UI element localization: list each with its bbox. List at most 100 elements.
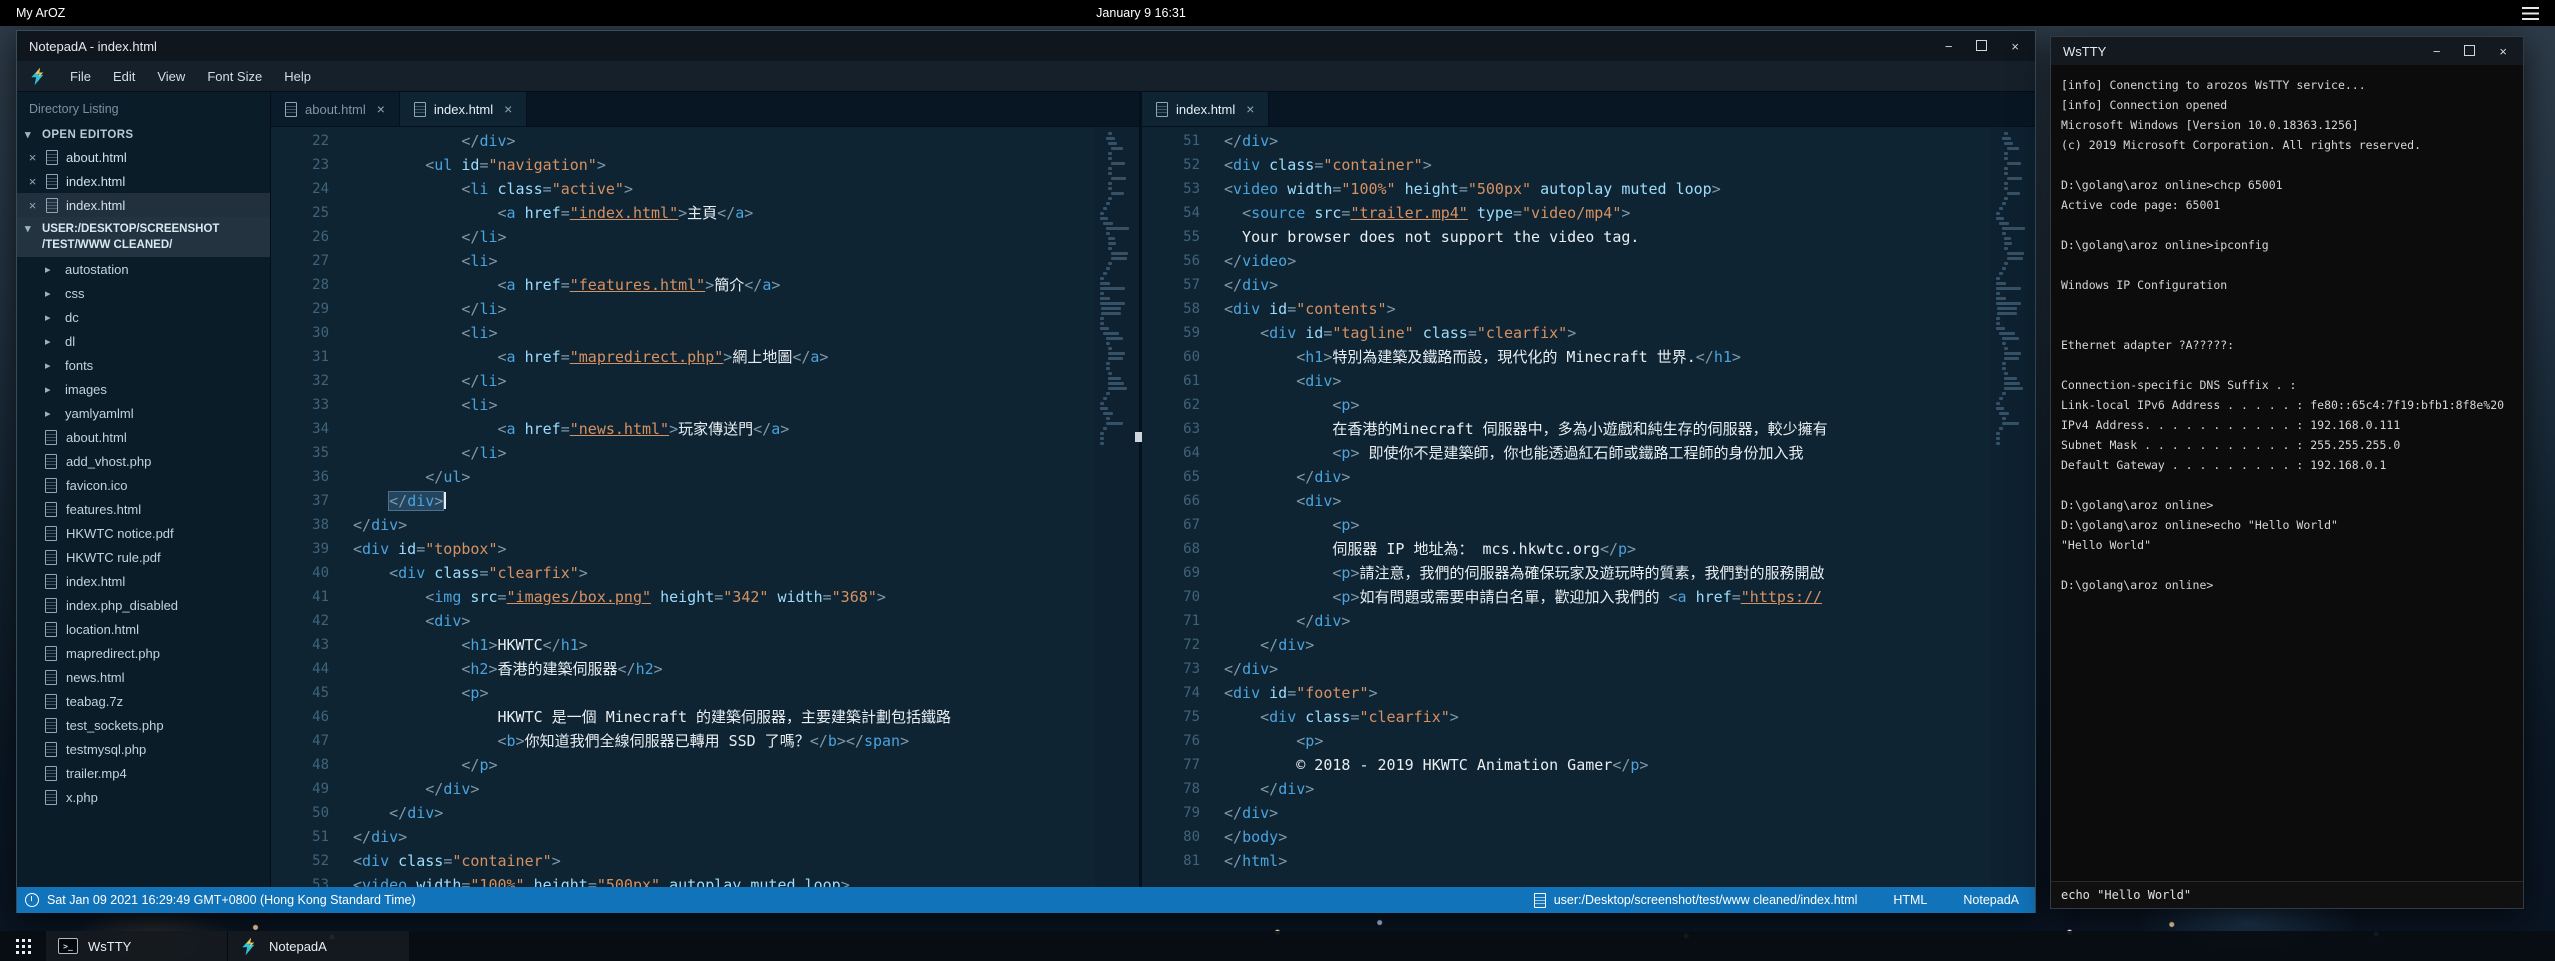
code-line[interactable]: 69 <p>請注意，我們的伺服器為確保玩家及遊玩時的質素，我們對的服務開啟 — [1142, 561, 1989, 585]
editor-tab[interactable]: about.html× — [271, 92, 400, 126]
code-line[interactable]: 42 <div> — [271, 609, 1093, 633]
code-line[interactable]: 65 </div> — [1142, 465, 1989, 489]
apps-grid-icon[interactable] — [0, 931, 46, 961]
code-line[interactable]: 32 </li> — [271, 369, 1093, 393]
code-line[interactable]: 46 HKWTC 是一個 Minecraft 的建築伺服器，主要建築計劃包括鐵路 — [271, 705, 1093, 729]
code-line[interactable]: 67 <p> — [1142, 513, 1989, 537]
code-line[interactable]: 48 </p> — [271, 753, 1093, 777]
code-line[interactable]: 31 <a href="mapredirect.php">網上地圖</a> — [271, 345, 1093, 369]
code-line[interactable]: 39<div id="topbox"> — [271, 537, 1093, 561]
code-line[interactable]: 64 <p> 即使你不是建築師，你也能透過紅石師或鐵路工程師的身份加入我 — [1142, 441, 1989, 465]
tree-folder[interactable]: ▸dl — [17, 329, 270, 353]
code-line[interactable]: 22 </div> — [271, 129, 1093, 153]
code-line[interactable]: 63 在香港的Minecraft 伺服器中，多為小遊戲和純生存的伺服器，較少擁有 — [1142, 417, 1989, 441]
tree-file[interactable]: test_sockets.php — [17, 713, 270, 737]
tree-folder[interactable]: ▸css — [17, 281, 270, 305]
close-icon[interactable]: × — [2011, 40, 2019, 53]
terminal-output[interactable]: [info] Conencting to arozos WsTTY servic… — [2051, 65, 2523, 881]
maximize-icon[interactable] — [2464, 45, 2475, 58]
code-line[interactable]: 30 <li> — [271, 321, 1093, 345]
code-line[interactable]: 58<div id="contents"> — [1142, 297, 1989, 321]
tree-file[interactable]: favicon.ico — [17, 473, 270, 497]
wstty-titlebar[interactable]: WsTTY − × — [2051, 37, 2523, 65]
code-line[interactable]: 34 <a href="news.html">玩家傳送門</a> — [271, 417, 1093, 441]
minimap-left[interactable] — [1095, 127, 1139, 887]
code-line[interactable]: 45 <p> — [271, 681, 1093, 705]
code-line[interactable]: 70 <p>如有問題或需要申請白名單，歡迎加入我們的 <a href="http… — [1142, 585, 1989, 609]
tab-close-icon[interactable]: × — [504, 101, 512, 117]
code-line[interactable]: 52<div class="container"> — [271, 849, 1093, 873]
code-line[interactable]: 55 Your browser does not support the vid… — [1142, 225, 1989, 249]
tree-folder[interactable]: ▸yamlyamlml — [17, 401, 270, 425]
editor-tab[interactable]: index.html× — [1142, 92, 1269, 126]
code-line[interactable]: 43 <h1>HKWTC</h1> — [271, 633, 1093, 657]
statusbar-filepath[interactable]: user:/Desktop/screenshot/test/www cleane… — [1554, 893, 1858, 907]
code-line[interactable]: 40 <div class="clearfix"> — [271, 561, 1093, 585]
tab-close-icon[interactable]: × — [1246, 101, 1254, 117]
taskbar-app-wstty[interactable]: WsTTY — [46, 931, 228, 961]
code-line[interactable]: 79</div> — [1142, 801, 1989, 825]
code-line[interactable]: 37 </div> — [271, 489, 1093, 513]
code-line[interactable]: 49 </div> — [271, 777, 1093, 801]
tree-file[interactable]: x.php — [17, 785, 270, 809]
tree-folder[interactable]: ▸autostation — [17, 257, 270, 281]
code-line[interactable]: 25 <a href="index.html">主頁</a> — [271, 201, 1093, 225]
code-line[interactable]: 72 </div> — [1142, 633, 1989, 657]
code-line[interactable]: 73</div> — [1142, 657, 1989, 681]
menu-item-edit[interactable]: Edit — [102, 65, 146, 88]
tab-close-icon[interactable]: × — [377, 101, 385, 117]
code-line[interactable]: 52<div class="container"> — [1142, 153, 1989, 177]
code-editor-left[interactable]: 22 </div>23 <ul id="navigation">24 <li c… — [271, 127, 1139, 887]
code-line[interactable]: 68 伺服器 IP 地址為： mcs.hkwtc.org</p> — [1142, 537, 1989, 561]
code-line[interactable]: 75 <div class="clearfix"> — [1142, 705, 1989, 729]
tree-file[interactable]: testmysql.php — [17, 737, 270, 761]
tree-file[interactable]: news.html — [17, 665, 270, 689]
code-line[interactable]: 28 <a href="features.html">簡介</a> — [271, 273, 1093, 297]
code-line[interactable]: 77 © 2018 - 2019 HKWTC Animation Gamer</… — [1142, 753, 1989, 777]
open-editor-item[interactable]: ×index.html — [17, 169, 270, 193]
code-line[interactable]: 50 </div> — [271, 801, 1093, 825]
code-line[interactable]: 53<video width="100%" height="500px" aut… — [271, 873, 1093, 887]
tree-file[interactable]: mapredirect.php — [17, 641, 270, 665]
minimap-right[interactable] — [1991, 127, 2035, 887]
code-line[interactable]: 24 <li class="active"> — [271, 177, 1093, 201]
tree-file[interactable]: index.php_disabled — [17, 593, 270, 617]
code-line[interactable]: 59 <div id="tagline" class="clearfix"> — [1142, 321, 1989, 345]
tree-file[interactable]: teabag.7z — [17, 689, 270, 713]
statusbar-language[interactable]: HTML — [1893, 893, 1927, 907]
tree-file[interactable]: index.html — [17, 569, 270, 593]
code-line[interactable]: 23 <ul id="navigation"> — [271, 153, 1093, 177]
code-line[interactable]: 53<video width="100%" height="500px" aut… — [1142, 177, 1989, 201]
close-icon[interactable]: × — [27, 198, 38, 213]
code-line[interactable]: 62 <p> — [1142, 393, 1989, 417]
code-line[interactable]: 41 <img src="images/box.png" height="342… — [271, 585, 1093, 609]
menu-item-view[interactable]: View — [146, 65, 196, 88]
tree-folder[interactable]: ▸images — [17, 377, 270, 401]
tree-folder[interactable]: ▸fonts — [17, 353, 270, 377]
close-icon[interactable]: × — [27, 150, 38, 165]
code-line[interactable]: 33 <li> — [271, 393, 1093, 417]
close-icon[interactable]: × — [2499, 45, 2507, 58]
open-editor-item[interactable]: ×index.html — [17, 193, 270, 217]
code-line[interactable]: 66 <div> — [1142, 489, 1989, 513]
code-line[interactable]: 61 <div> — [1142, 369, 1989, 393]
code-line[interactable]: 80</body> — [1142, 825, 1989, 849]
code-line[interactable]: 47 <b>你知道我們全線伺服器已轉用 SSD 了嗎？</b></span> — [271, 729, 1093, 753]
tree-file[interactable]: trailer.mp4 — [17, 761, 270, 785]
menu-item-file[interactable]: File — [59, 65, 102, 88]
code-line[interactable]: 26 </li> — [271, 225, 1093, 249]
tree-file[interactable]: add_vhost.php — [17, 449, 270, 473]
open-editor-item[interactable]: ×about.html — [17, 145, 270, 169]
tree-file[interactable]: features.html — [17, 497, 270, 521]
code-line[interactable]: 78 </div> — [1142, 777, 1989, 801]
code-editor-right[interactable]: 51</div>52<div class="container">53<vide… — [1142, 127, 2035, 887]
tree-folder[interactable]: ▸dc — [17, 305, 270, 329]
code-line[interactable]: 27 <li> — [271, 249, 1093, 273]
close-icon[interactable]: × — [27, 174, 38, 189]
code-line[interactable]: 44 <h2>香港的建築伺服器</h2> — [271, 657, 1093, 681]
code-line[interactable]: 57</div> — [1142, 273, 1989, 297]
tree-file[interactable]: about.html — [17, 425, 270, 449]
menu-item-font-size[interactable]: Font Size — [196, 65, 273, 88]
code-line[interactable]: 81</html> — [1142, 849, 1989, 873]
code-line[interactable]: 35 </li> — [271, 441, 1093, 465]
